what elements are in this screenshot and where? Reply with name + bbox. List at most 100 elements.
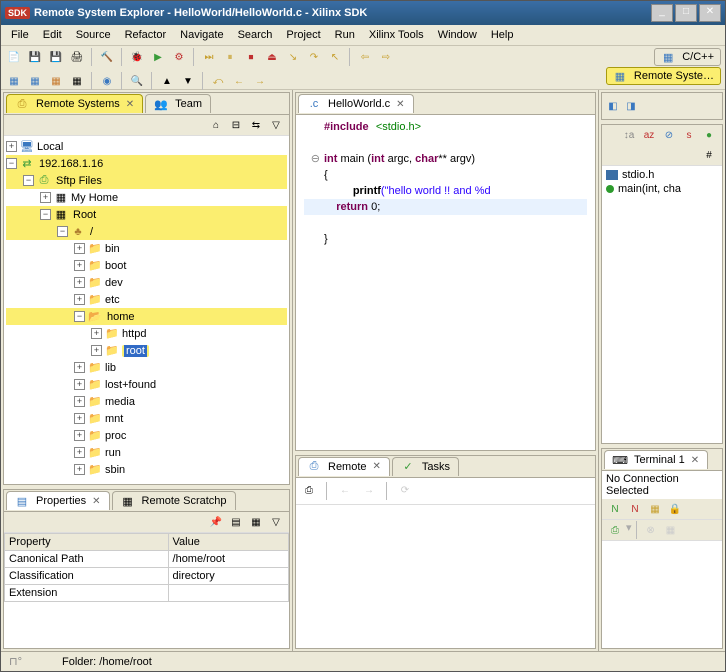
scroll-lock-icon[interactable]: 🔒 xyxy=(666,500,684,518)
run-button[interactable]: ▶ xyxy=(149,48,167,66)
terminate-button[interactable]: ⏹ xyxy=(242,48,260,66)
back-arrow-icon[interactable]: ← xyxy=(336,482,354,500)
refresh-icon[interactable]: ⟳ xyxy=(396,482,414,500)
annotation-next-button[interactable]: ▼ xyxy=(179,72,197,90)
menu-help[interactable]: Help xyxy=(485,27,520,43)
close-tab-icon[interactable]: ✕ xyxy=(126,99,134,110)
close-button[interactable]: ✕ xyxy=(699,4,721,22)
linker-button[interactable]: ▦ xyxy=(68,72,86,90)
outline-btn2[interactable]: ◨ xyxy=(622,97,640,115)
step-into-button[interactable]: ↘ xyxy=(284,48,302,66)
editor-tab[interactable]: .cHelloWorld.c✕ xyxy=(298,94,414,113)
tree-boot: +📁boot xyxy=(6,257,287,274)
az-icon[interactable]: aᴢ xyxy=(640,126,658,144)
tab-remote-systems[interactable]: ⎙Remote Systems✕ xyxy=(6,94,143,113)
perspective-cpp[interactable]: ▦C/C++ xyxy=(654,48,721,66)
open-type-button[interactable]: ◉ xyxy=(98,72,116,90)
remote-icon: ⎙ xyxy=(307,460,321,474)
menu-xilinx-tools[interactable]: Xilinx Tools xyxy=(363,27,430,43)
back-button[interactable]: ⇦ xyxy=(356,48,374,66)
prop-header-value[interactable]: Value xyxy=(168,534,288,551)
program-fpga-button[interactable]: ▦ xyxy=(5,72,23,90)
editor-view: .cHelloWorld.c✕ #include <stdio.h> ⊖int … xyxy=(295,92,596,451)
editor-content[interactable]: #include <stdio.h> ⊖int main (int argc, … xyxy=(296,115,595,450)
menu-file[interactable]: File xyxy=(5,27,35,43)
terminal-content[interactable] xyxy=(602,541,722,648)
close-tab-icon[interactable]: ✕ xyxy=(396,99,404,110)
tab-team[interactable]: 👥Team xyxy=(145,94,211,113)
pin-button[interactable]: 📌 xyxy=(207,513,225,531)
menu-dropdown-icon[interactable]: ▽ xyxy=(267,116,285,134)
tab-tasks[interactable]: ✓Tasks xyxy=(392,457,459,476)
new-button[interactable]: 📄 xyxy=(5,48,23,66)
suspend-button[interactable]: ⏸ xyxy=(221,48,239,66)
settings-icon[interactable]: ▦ xyxy=(646,500,664,518)
step-over-button[interactable]: ↷ xyxy=(305,48,323,66)
ext-tools-button[interactable]: ⚙ xyxy=(170,48,188,66)
filter-button[interactable]: ▦ xyxy=(247,513,265,531)
term-stop-icon[interactable]: ⊗ xyxy=(642,521,660,539)
categories-button[interactable]: ▤ xyxy=(227,513,245,531)
fwd-arrow-icon[interactable]: → xyxy=(360,482,378,500)
disconnect-button[interactable]: ⏏ xyxy=(263,48,281,66)
terminal-icon: ⌨ xyxy=(613,453,627,467)
step-return-button[interactable]: ↖ xyxy=(326,48,344,66)
tab-properties[interactable]: ▤Properties✕ xyxy=(6,491,110,510)
search-button[interactable]: 🔍 xyxy=(128,72,146,90)
term-btn1[interactable]: ⎙ xyxy=(606,521,624,539)
menu-run[interactable]: Run xyxy=(329,27,361,43)
history-fwd-button[interactable]: → xyxy=(251,72,269,90)
tab-remote[interactable]: ⎙Remote✕ xyxy=(298,457,390,476)
hide-static-icon[interactable]: s xyxy=(680,126,698,144)
menu-project[interactable]: Project xyxy=(280,27,326,43)
prop-header-property[interactable]: Property xyxy=(5,534,169,551)
properties-icon: ▤ xyxy=(15,494,29,508)
hide-fields-icon[interactable]: ⊘ xyxy=(660,126,678,144)
maximize-button[interactable]: □ xyxy=(675,4,697,22)
close-tab-icon[interactable]: ✕ xyxy=(92,496,100,507)
hide-nonpublic-icon[interactable]: ● xyxy=(700,126,718,144)
menu-navigate[interactable]: Navigate xyxy=(174,27,229,43)
remote-systems-tree[interactable]: +🖥Local −⇄192.168.1.16 −⎙Sftp Files +▦My… xyxy=(4,136,289,484)
debug-button[interactable]: 🐞 xyxy=(128,48,146,66)
link-button[interactable]: ⇆ xyxy=(247,116,265,134)
menu-source[interactable]: Source xyxy=(70,27,117,43)
bsp-button[interactable]: ▦ xyxy=(47,72,65,90)
folder-icon: 📁 xyxy=(88,429,102,443)
save-all-button[interactable]: 💾 xyxy=(47,48,65,66)
xmd-button[interactable]: ▦ xyxy=(26,72,44,90)
perspective-remote[interactable]: ▦Remote Syste… xyxy=(606,67,721,85)
outline-tree[interactable]: stdio.h main(int, cha xyxy=(602,166,722,443)
last-edit-button[interactable]: ⤺ xyxy=(209,72,227,90)
menu-dropdown-icon[interactable]: ▽ xyxy=(267,513,285,531)
tree-bin: +📁bin xyxy=(6,240,287,257)
tab-scratchpad[interactable]: ▦Remote Scratchp xyxy=(112,491,236,510)
close-tab-icon[interactable]: ✕ xyxy=(691,455,699,466)
close-tab-icon[interactable]: ✕ xyxy=(373,461,381,472)
menu-refactor[interactable]: Refactor xyxy=(119,27,173,43)
menu-search[interactable]: Search xyxy=(232,27,279,43)
sort-icon[interactable]: ↕a xyxy=(620,126,638,144)
menu-window[interactable]: Window xyxy=(432,27,483,43)
build-button[interactable]: 🔨 xyxy=(98,48,116,66)
minimize-button[interactable]: _ xyxy=(651,4,673,22)
tab-terminal[interactable]: ⌨Terminal 1✕ xyxy=(604,450,708,469)
shell-button[interactable]: ⎙ xyxy=(300,482,318,500)
outline-include: stdio.h xyxy=(604,168,720,182)
menu-edit[interactable]: Edit xyxy=(37,27,68,43)
save-button[interactable]: 💾 xyxy=(26,48,44,66)
term-clear-icon[interactable]: ▦ xyxy=(662,521,680,539)
disconnect-icon[interactable]: N xyxy=(626,500,644,518)
forward-button[interactable]: ⇨ xyxy=(377,48,395,66)
hash-icon[interactable]: # xyxy=(700,146,718,164)
print-button[interactable]: 🖨 xyxy=(68,48,86,66)
collapse-button[interactable]: ⊟ xyxy=(227,116,245,134)
home-button[interactable]: ⌂ xyxy=(207,116,225,134)
connect-icon[interactable]: N xyxy=(606,500,624,518)
outline-btn1[interactable]: ◧ xyxy=(604,97,622,115)
resume-button[interactable]: ⏭ xyxy=(200,48,218,66)
title-bar: SDK Remote System Explorer - HelloWorld/… xyxy=(1,1,725,25)
history-back-button[interactable]: ← xyxy=(230,72,248,90)
folder-icon: 📁 xyxy=(88,293,102,307)
annotation-prev-button[interactable]: ▲ xyxy=(158,72,176,90)
